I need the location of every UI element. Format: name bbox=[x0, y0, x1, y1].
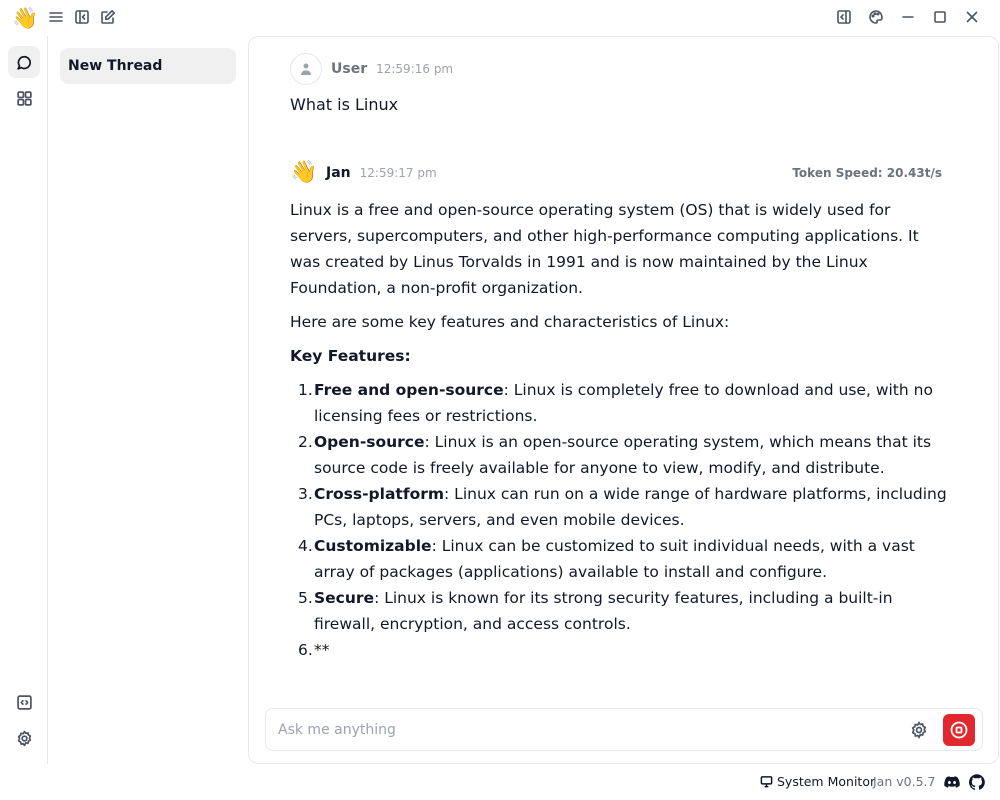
user-message-header: User 12:59:16 pm bbox=[290, 53, 453, 85]
assistant-message-header: 👋 Jan 12:59:17 pm bbox=[290, 158, 437, 188]
system-monitor-button[interactable]: System Monitor bbox=[760, 774, 875, 789]
maximize-icon[interactable] bbox=[931, 8, 949, 26]
user-message-text: What is Linux bbox=[290, 95, 399, 114]
jan-logo-icon: 👋 bbox=[12, 6, 39, 30]
token-speed: Token Speed: 20.43t/s bbox=[792, 166, 942, 180]
user-icon bbox=[301, 63, 311, 75]
close-icon[interactable] bbox=[963, 8, 981, 26]
message-composer bbox=[265, 708, 983, 751]
assistant-name: Jan bbox=[326, 165, 351, 181]
code-icon bbox=[16, 694, 32, 710]
github-icon[interactable] bbox=[968, 774, 985, 790]
palette-icon[interactable] bbox=[867, 8, 885, 26]
list-item: 2. Open-source: Linux is an open-source o… bbox=[298, 433, 932, 477]
discord-icon[interactable] bbox=[944, 774, 960, 790]
threads-panel: New Thread bbox=[49, 36, 248, 764]
jan-avatar-icon: 👋 bbox=[290, 160, 318, 185]
user-avatar bbox=[290, 53, 322, 85]
assistant-timestamp: 12:59:17 pm bbox=[359, 166, 437, 180]
list-item: 6. ** bbox=[298, 641, 330, 659]
rail-item-hub[interactable] bbox=[8, 82, 40, 114]
assistant-message-body: Linux is a free and open-source operatin… bbox=[290, 197, 950, 663]
list-item: 1. Free and open-source: Linux is complet… bbox=[298, 381, 933, 425]
chat-bubble-icon bbox=[16, 55, 31, 70]
rail-item-local-api-server[interactable] bbox=[8, 686, 40, 718]
app-version: Jan v0.5.7 bbox=[873, 774, 936, 789]
rail-item-chat[interactable] bbox=[8, 46, 40, 78]
minimize-icon[interactable] bbox=[899, 8, 917, 26]
status-bar: System Monitor Jan v0.5.7 bbox=[0, 764, 1000, 800]
thread-item[interactable]: New Thread bbox=[60, 48, 236, 84]
features-list: 1. Free and open-source: Linux is complet… bbox=[290, 377, 950, 663]
stop-icon bbox=[950, 721, 968, 739]
monitor-icon bbox=[760, 776, 773, 788]
answer-heading: Key Features: bbox=[290, 347, 411, 365]
message-input[interactable] bbox=[278, 719, 878, 741]
title-bar: 👋 bbox=[0, 0, 1000, 36]
answer-paragraph: Here are some key features and character… bbox=[290, 313, 730, 331]
collapse-right-panel-icon[interactable] bbox=[835, 8, 853, 26]
list-item: 3. Cross-platform: Linux can run on a wid… bbox=[298, 485, 947, 529]
rail-item-settings[interactable] bbox=[8, 722, 40, 754]
chat-panel: User 12:59:16 pm What is Linux 👋 Jan 12:… bbox=[248, 36, 999, 764]
user-timestamp: 12:59:16 pm bbox=[376, 62, 454, 76]
thread-settings-gear-icon[interactable] bbox=[910, 721, 928, 739]
user-name: User bbox=[331, 61, 368, 77]
gear-icon bbox=[17, 730, 31, 746]
collapse-left-panel-icon[interactable] bbox=[73, 8, 91, 26]
new-thread-edit-icon[interactable] bbox=[99, 8, 117, 26]
list-item: 5. Secure: Linux is known for its strong … bbox=[298, 589, 893, 633]
grid-icon bbox=[16, 90, 32, 106]
menu-icon[interactable] bbox=[47, 8, 65, 26]
answer-paragraph: Linux is a free and open-source operatin… bbox=[290, 201, 919, 297]
system-monitor-label: System Monitor bbox=[777, 774, 876, 789]
list-item: 4. Customizable: Linux can be customized … bbox=[298, 537, 915, 581]
left-rail bbox=[0, 36, 48, 764]
stop-generation-button[interactable] bbox=[943, 714, 975, 746]
